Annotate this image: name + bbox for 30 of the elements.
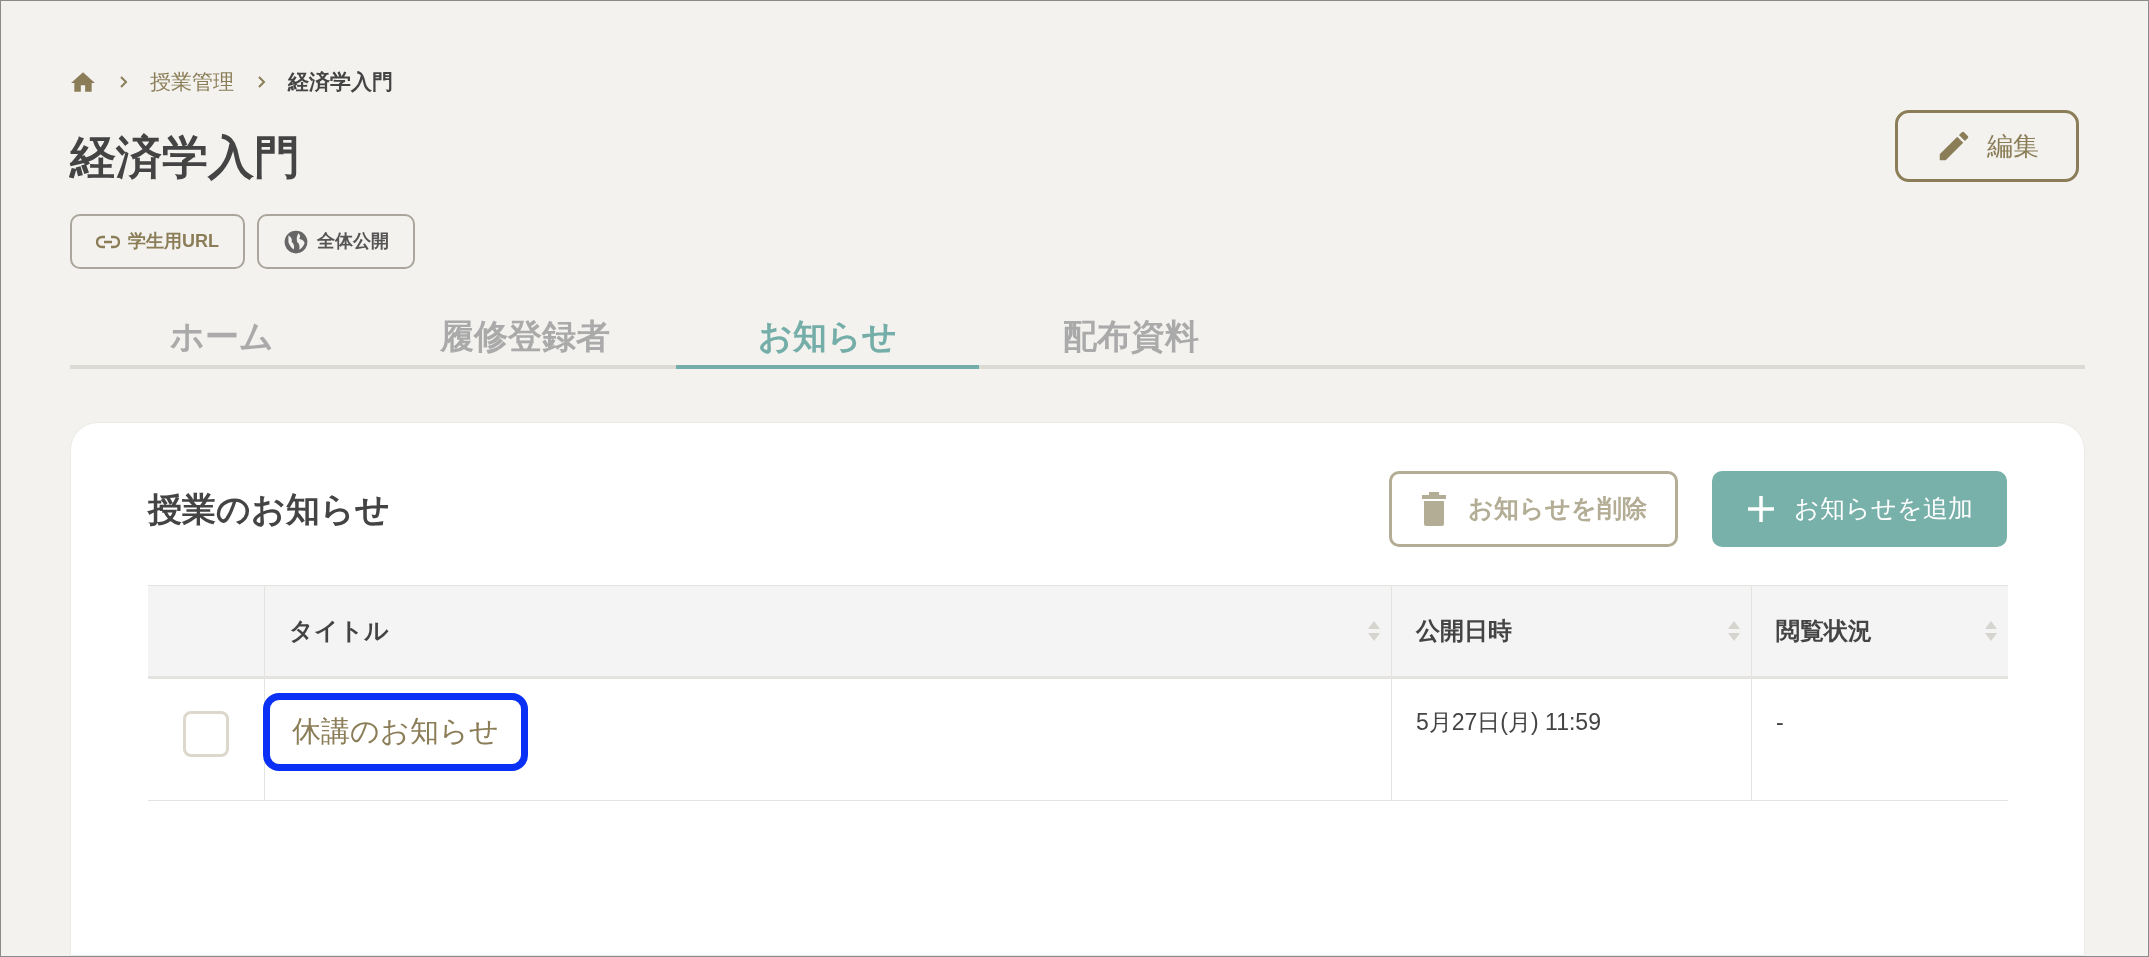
tab[interactable]: ホーム: [70, 307, 373, 369]
column-header: 閲覧状況: [1776, 616, 1872, 646]
link-icon: [96, 234, 120, 249]
trash-icon: [1420, 491, 1448, 527]
tab[interactable]: 配布資料: [979, 307, 1282, 369]
home-icon[interactable]: [70, 71, 96, 93]
sort-icon[interactable]: [1984, 619, 1998, 643]
breadcrumb-item[interactable]: 授業管理: [150, 66, 234, 98]
breadcrumb-item: 経済学入門: [288, 69, 393, 96]
column-header: タイトル: [289, 616, 389, 646]
plus-icon: [1746, 494, 1776, 524]
delete-button[interactable]: お知らせを削除: [1389, 471, 1678, 547]
chevron-right-icon: [118, 75, 128, 89]
card-title: 授業のお知らせ: [148, 488, 390, 530]
publish-date: 5月27日(月) 11:59: [1416, 709, 1601, 735]
link-chip[interactable]: 学生用URL: [70, 214, 245, 269]
visibility-chip[interactable]: 全体公開: [257, 214, 415, 269]
edit-button[interactable]: 編集: [1895, 110, 2079, 182]
sort-icon[interactable]: [1367, 619, 1381, 643]
read-status: -: [1776, 709, 1784, 735]
column-header: 公開日時: [1416, 616, 1512, 646]
globe-icon: [283, 228, 309, 255]
chevron-right-icon: [256, 75, 266, 89]
notice-title-link[interactable]: 休講のお知らせ: [263, 693, 528, 771]
sort-icon[interactable]: [1727, 619, 1741, 643]
tab[interactable]: 履修登録者: [373, 307, 676, 369]
tab[interactable]: お知らせ: [676, 307, 979, 369]
page-title: 経済学入門: [70, 130, 300, 185]
row-checkbox[interactable]: [183, 711, 229, 757]
add-button[interactable]: お知らせを追加: [1712, 471, 2007, 547]
